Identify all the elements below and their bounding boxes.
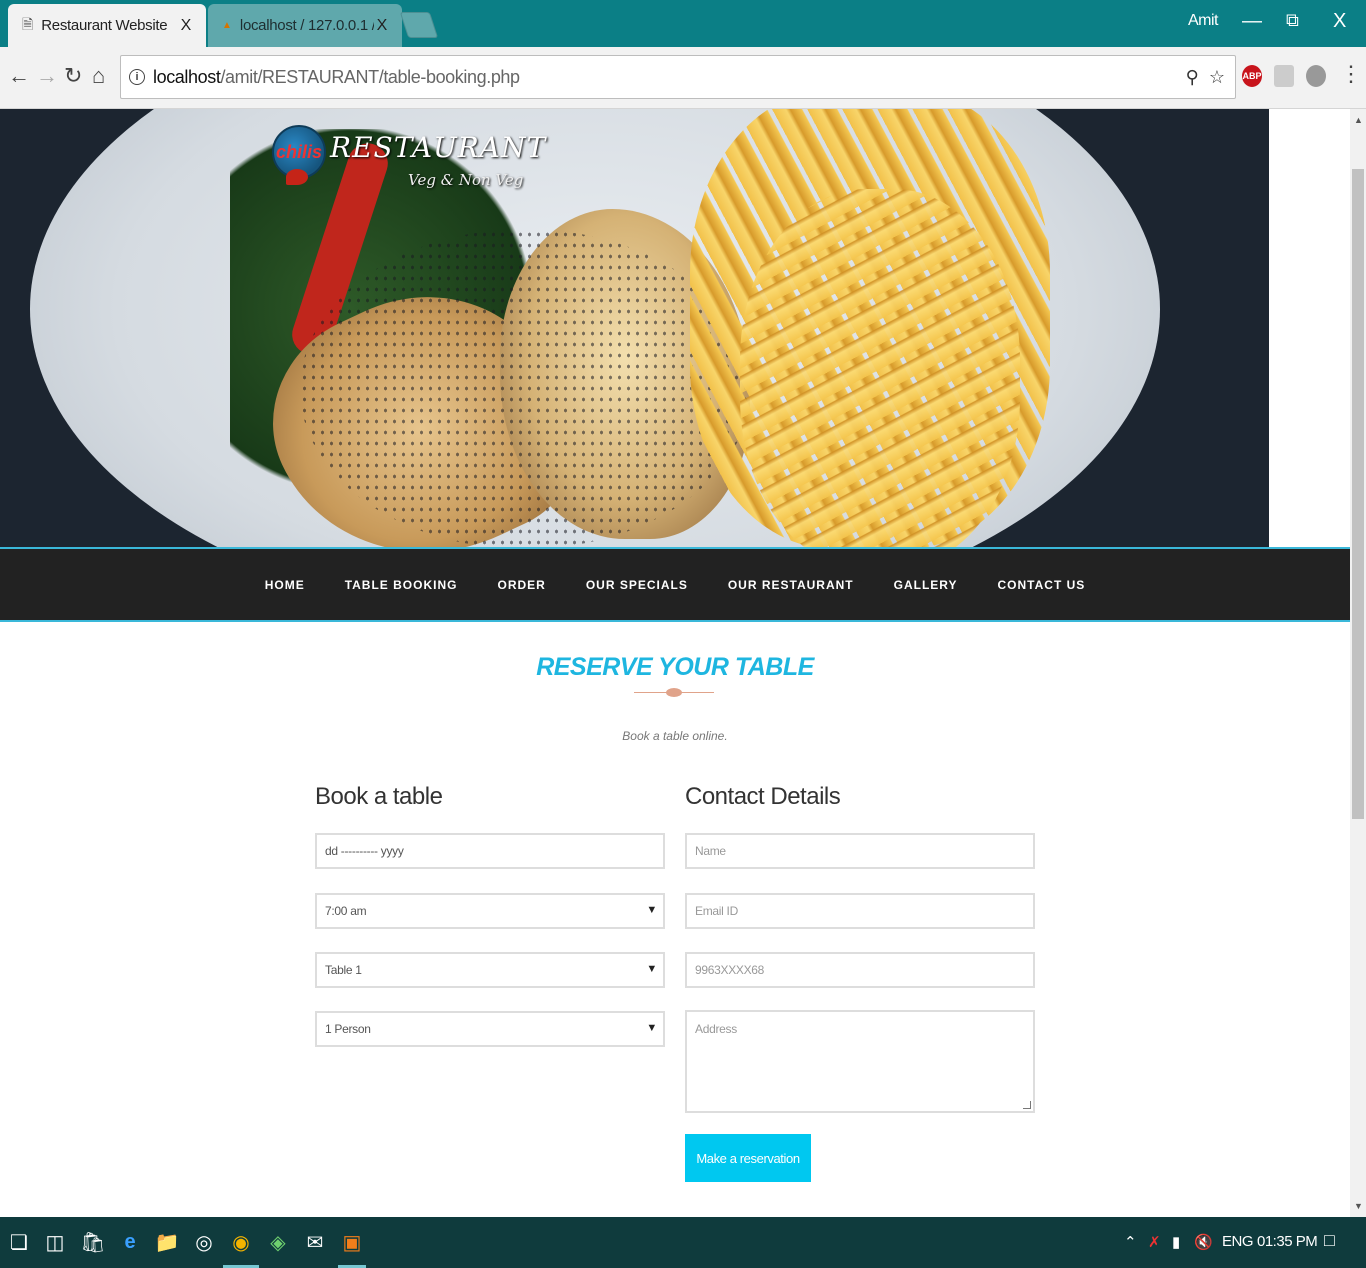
email-placeholder: Email ID bbox=[695, 904, 738, 918]
resize-handle-icon[interactable] bbox=[1023, 1101, 1031, 1109]
persons-select-value: 1 Person bbox=[325, 1022, 371, 1036]
dropdown-arrow-icon: ▼ bbox=[646, 963, 657, 975]
nav-our-restaurant[interactable]: OUR RESTAURANT bbox=[708, 578, 874, 592]
title-divider bbox=[634, 688, 714, 697]
tab-close-icon[interactable]: X bbox=[374, 17, 390, 35]
main-nav: HOME TABLE BOOKING ORDER OUR SPECIALS OU… bbox=[0, 547, 1350, 622]
section-title: RESERVE YOUR TABLE bbox=[536, 653, 814, 681]
dropdown-arrow-icon: ▼ bbox=[646, 904, 657, 916]
page-icon: 🗎 bbox=[22, 15, 34, 32]
table-select-value: Table 1 bbox=[325, 963, 362, 977]
persons-select[interactable]: 1 Person ▼ bbox=[315, 1011, 665, 1047]
network-icon[interactable]: ✗ bbox=[1148, 1233, 1161, 1251]
clock[interactable]: 01:35 PM bbox=[1257, 1233, 1318, 1250]
zoom-icon[interactable]: ⚲ bbox=[1186, 67, 1199, 88]
name-field[interactable]: Name bbox=[685, 833, 1035, 869]
date-input-text: dd ---------- yyyy bbox=[325, 844, 404, 858]
edge-icon[interactable]: e bbox=[117, 1229, 143, 1255]
url-text[interactable]: localhost/amit/RESTAURANT/table-booking.… bbox=[153, 67, 1186, 88]
chili-icon bbox=[286, 169, 308, 185]
file-explorer-icon[interactable]: 📁 bbox=[154, 1229, 180, 1255]
tab-close-icon[interactable]: X bbox=[178, 17, 194, 35]
address-bar[interactable]: i localhost/amit/RESTAURANT/table-bookin… bbox=[120, 55, 1236, 99]
address-field[interactable]: Address bbox=[685, 1010, 1035, 1113]
language-indicator[interactable]: ENG bbox=[1222, 1233, 1254, 1250]
nav-table-booking[interactable]: TABLE BOOKING bbox=[325, 578, 478, 592]
page-scrollbar[interactable]: ▲ ▼ bbox=[1350, 109, 1366, 1217]
windows-taskbar: ❏ ◫ 🛍 e 📁 ◎ ◉ ◈ ✉ ▣ ⌃ ✗ ▮ 🔇 ENG 01:35 PM… bbox=[0, 1217, 1366, 1268]
scroll-up-icon[interactable]: ▲ bbox=[1354, 115, 1363, 125]
menu-dots-icon[interactable]: ⋮ bbox=[1340, 61, 1362, 87]
windows-start-icon[interactable]: ❏ bbox=[6, 1229, 32, 1255]
browser-toolbar: ← → ↻ ⌂ i localhost/amit/RESTAURANT/tabl… bbox=[0, 47, 1366, 109]
new-tab-button[interactable] bbox=[399, 12, 439, 38]
info-icon[interactable]: i bbox=[129, 69, 145, 85]
browser-titlebar: 🗎 Restaurant Website X ▲ localhost / 127… bbox=[0, 0, 1366, 47]
minimize-button[interactable]: — bbox=[1242, 10, 1262, 33]
phone-field[interactable]: 9963XXXX68 bbox=[685, 952, 1035, 988]
pma-icon: ▲ bbox=[222, 20, 232, 31]
restore-button[interactable]: ⧉ bbox=[1286, 10, 1299, 31]
media-icon[interactable]: ◎ bbox=[191, 1229, 217, 1255]
task-view-icon[interactable]: ◫ bbox=[42, 1229, 68, 1255]
table-select[interactable]: Table 1 ▼ bbox=[315, 952, 665, 988]
name-placeholder: Name bbox=[695, 844, 726, 858]
back-arrow-icon[interactable]: ← bbox=[8, 63, 30, 89]
page-viewport: chilis RESTAURANT Veg & Non Veg HOME TAB… bbox=[0, 109, 1350, 1217]
scroll-down-icon[interactable]: ▼ bbox=[1354, 1201, 1363, 1211]
nav-home[interactable]: HOME bbox=[245, 578, 325, 592]
show-hidden-icons-icon[interactable]: ⌃ bbox=[1124, 1233, 1137, 1251]
address-placeholder: Address bbox=[695, 1022, 737, 1036]
home-icon[interactable]: ⌂ bbox=[92, 63, 105, 89]
make-reservation-button[interactable]: Make a reservation bbox=[685, 1134, 811, 1182]
reload-icon[interactable]: ↻ bbox=[64, 63, 82, 89]
tab-restaurant-website[interactable]: 🗎 Restaurant Website X bbox=[8, 4, 206, 47]
contact-title: Contact Details bbox=[685, 783, 841, 810]
nav-gallery[interactable]: GALLERY bbox=[874, 578, 978, 592]
nav-our-specials[interactable]: OUR SPECIALS bbox=[566, 578, 708, 592]
hero-image: chilis RESTAURANT Veg & Non Veg bbox=[0, 109, 1269, 547]
time-select-value: 7:00 am bbox=[325, 904, 367, 918]
logo-tagline: Veg & Non Veg bbox=[408, 171, 524, 189]
mail-icon[interactable]: ✉ bbox=[302, 1229, 328, 1255]
booking-title: Book a table bbox=[315, 783, 443, 810]
tab-phpmyadmin[interactable]: ▲ localhost / 127.0.0.1 / res X bbox=[208, 4, 402, 47]
chrome-icon[interactable]: ◉ bbox=[228, 1229, 254, 1255]
phone-placeholder: 9963XXXX68 bbox=[695, 963, 765, 977]
section-subtitle: Book a table online. bbox=[622, 729, 728, 743]
nav-contact-us[interactable]: CONTACT US bbox=[978, 578, 1106, 592]
close-window-button[interactable]: X bbox=[1333, 10, 1346, 33]
app-icon[interactable]: ◈ bbox=[265, 1229, 291, 1255]
extension-shield-icon[interactable] bbox=[1306, 65, 1326, 87]
adblock-icon[interactable]: ABP bbox=[1242, 65, 1262, 87]
logo-name: RESTAURANT bbox=[330, 131, 547, 164]
volume-muted-icon[interactable]: 🔇 bbox=[1194, 1233, 1213, 1251]
forward-arrow-icon[interactable]: → bbox=[36, 63, 58, 89]
profile-name[interactable]: Amit bbox=[1188, 12, 1219, 30]
time-select[interactable]: 7:00 am ▼ bbox=[315, 893, 665, 929]
battery-icon[interactable]: ▮ bbox=[1172, 1233, 1180, 1251]
scrollbar-thumb[interactable] bbox=[1352, 169, 1364, 819]
notifications-icon[interactable]: □ bbox=[1324, 1230, 1335, 1251]
store-icon[interactable]: 🛍 bbox=[80, 1229, 106, 1255]
tab-label: localhost / 127.0.0.1 / res bbox=[239, 17, 374, 34]
bookmark-star-icon[interactable]: ☆ bbox=[1209, 67, 1225, 88]
dropdown-arrow-icon: ▼ bbox=[646, 1022, 657, 1034]
tab-label: Restaurant Website bbox=[41, 17, 168, 34]
email-field[interactable]: Email ID bbox=[685, 893, 1035, 929]
xampp-icon[interactable]: ▣ bbox=[339, 1229, 365, 1255]
date-input[interactable]: dd ---------- yyyy bbox=[315, 833, 665, 869]
extension-icon[interactable] bbox=[1274, 65, 1294, 87]
nav-order[interactable]: ORDER bbox=[477, 578, 565, 592]
